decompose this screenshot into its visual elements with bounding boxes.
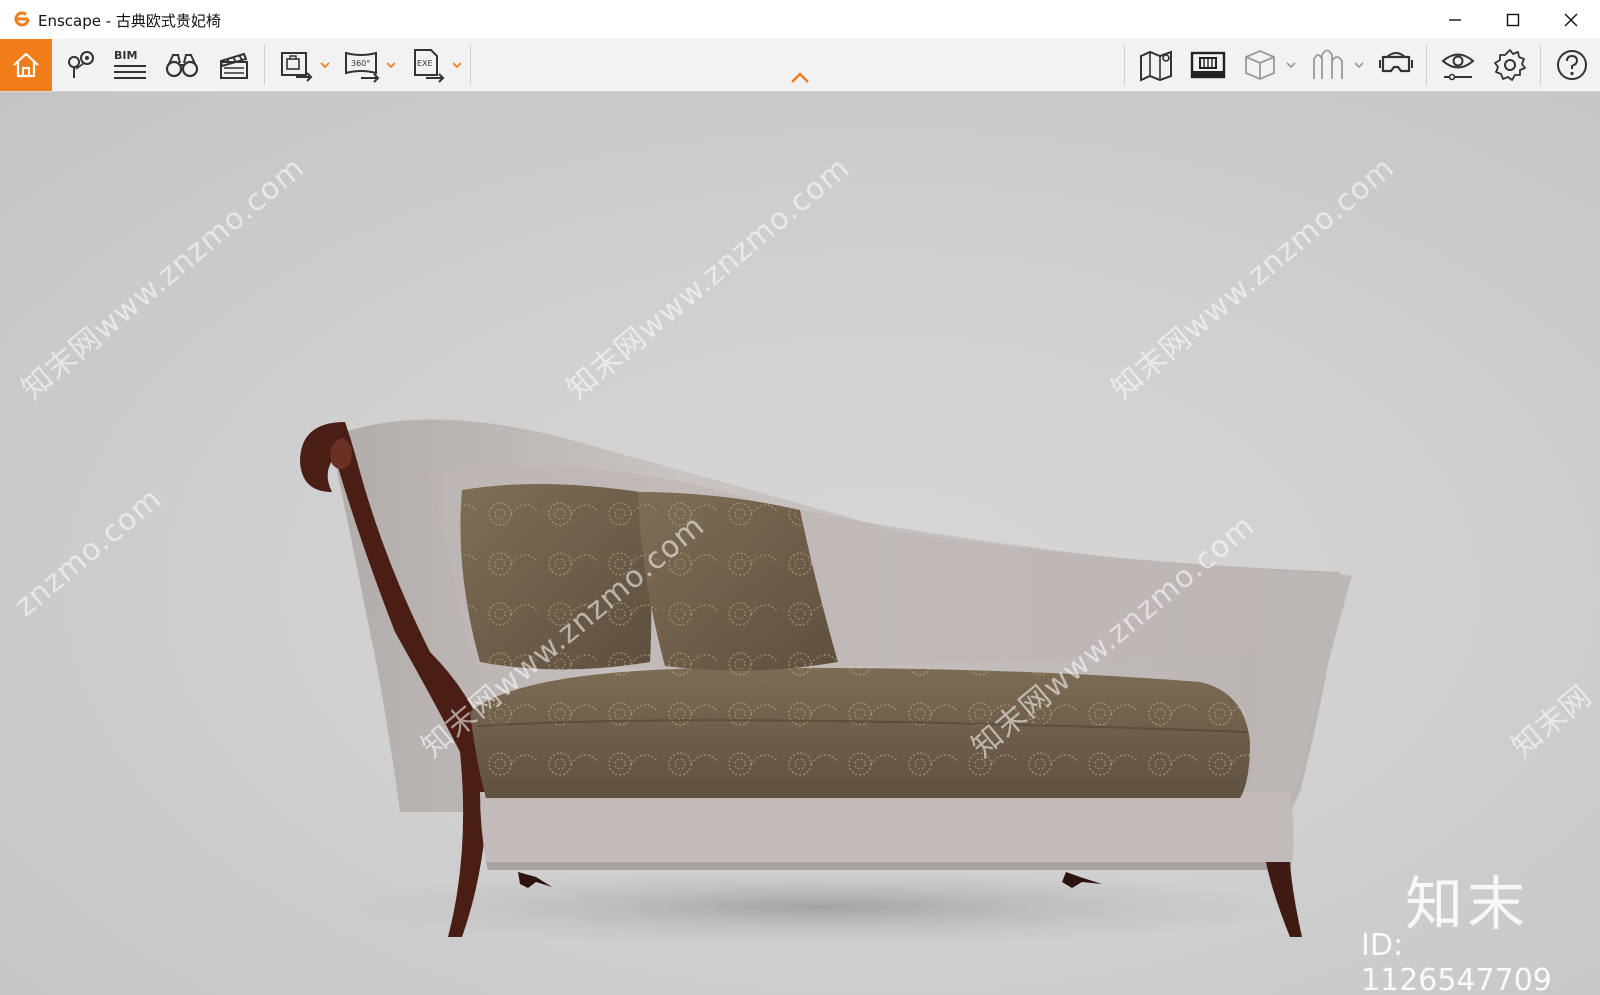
map-icon bbox=[1140, 50, 1172, 82]
id-watermark: ID: 1126547709 bbox=[1361, 928, 1552, 995]
asset-library-icon bbox=[1190, 51, 1226, 79]
chevron-down-icon bbox=[1354, 62, 1364, 69]
svg-text:EXE: EXE bbox=[417, 59, 433, 68]
enscape-toolbar: BIM 360° EXE bbox=[0, 39, 1600, 92]
walk-mode-button[interactable] bbox=[158, 39, 206, 91]
chevron-down-icon bbox=[320, 62, 330, 69]
help-icon bbox=[1557, 50, 1587, 80]
window-title: Enscape - 古典欧式贵妃椅 bbox=[38, 12, 221, 30]
home-icon bbox=[13, 52, 39, 78]
atmosphere-icon bbox=[1313, 49, 1343, 79]
close-icon bbox=[1564, 13, 1578, 26]
svg-text:360°: 360° bbox=[351, 59, 370, 68]
materials-button[interactable] bbox=[1236, 39, 1284, 91]
visual-settings-button[interactable] bbox=[1434, 39, 1482, 91]
views-button[interactable] bbox=[56, 39, 104, 91]
toolbar-separator bbox=[1426, 45, 1427, 85]
minimize-icon bbox=[1449, 18, 1461, 21]
chevron-up-icon[interactable] bbox=[788, 69, 812, 87]
atmosphere-button[interactable] bbox=[1304, 39, 1352, 91]
clapperboard-icon bbox=[219, 52, 248, 79]
help-button[interactable] bbox=[1548, 39, 1596, 91]
minimize-button[interactable] bbox=[1426, 0, 1484, 39]
close-button[interactable] bbox=[1542, 0, 1600, 39]
export-exe-dropdown[interactable] bbox=[450, 39, 464, 91]
cube-icon bbox=[1245, 50, 1275, 80]
export-panorama-dropdown[interactable] bbox=[384, 39, 398, 91]
toolbar-separator bbox=[470, 45, 471, 85]
enscape-logo-icon bbox=[14, 11, 30, 27]
exe-export-icon: EXE bbox=[414, 49, 445, 83]
toolbar-separator bbox=[264, 45, 265, 85]
bim-icon: BIM bbox=[114, 49, 146, 79]
maximize-button[interactable] bbox=[1484, 0, 1542, 39]
title-bar: Enscape - 古典欧式贵妃椅 bbox=[0, 0, 1600, 39]
svg-text:BIM: BIM bbox=[114, 49, 137, 62]
atmosphere-dropdown[interactable] bbox=[1352, 39, 1366, 91]
vr-headset-button[interactable] bbox=[1372, 39, 1420, 91]
asset-library-button[interactable] bbox=[1184, 39, 1232, 91]
video-editor-button[interactable] bbox=[210, 39, 258, 91]
export-screenshot-dropdown[interactable] bbox=[318, 39, 332, 91]
vr-headset-icon bbox=[1379, 52, 1413, 73]
settings-button[interactable] bbox=[1486, 39, 1534, 91]
map-button[interactable] bbox=[1132, 39, 1180, 91]
chevron-down-icon bbox=[1286, 62, 1296, 69]
materials-dropdown[interactable] bbox=[1284, 39, 1298, 91]
toolbar-separator bbox=[1540, 45, 1541, 85]
bim-button[interactable]: BIM bbox=[106, 39, 154, 91]
home-button[interactable] bbox=[0, 39, 52, 91]
chevron-down-icon bbox=[452, 62, 462, 69]
export-exe-button[interactable]: EXE bbox=[404, 39, 452, 91]
chevron-down-icon bbox=[386, 62, 396, 69]
render-viewport[interactable]: 知末网www.znzmo.com 知末网www.znzmo.com 知末网www… bbox=[0, 92, 1600, 995]
toolbar-separator bbox=[1124, 45, 1125, 85]
eye-settings-icon bbox=[1441, 53, 1475, 81]
binoculars-icon bbox=[165, 54, 199, 78]
export-panorama-button[interactable]: 360° bbox=[338, 39, 386, 91]
maximize-icon bbox=[1506, 13, 1520, 26]
panorama-export-icon: 360° bbox=[345, 51, 380, 83]
gear-icon bbox=[1494, 49, 1526, 81]
screenshot-export-icon bbox=[281, 52, 313, 82]
map-pin-icon bbox=[68, 51, 94, 78]
export-screenshot-button[interactable] bbox=[272, 39, 320, 91]
